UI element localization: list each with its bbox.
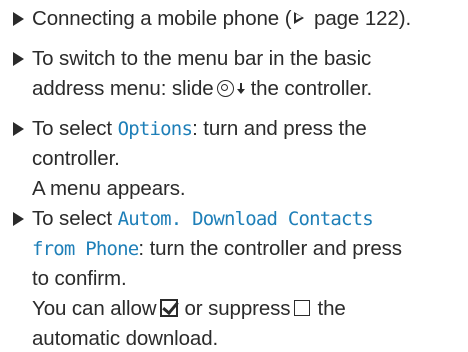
page-reference-triangle-icon bbox=[294, 12, 305, 25]
step-line: to confirm. bbox=[32, 267, 127, 290]
bullet-triangle-icon bbox=[13, 122, 24, 136]
step-text: You can allow bbox=[32, 297, 157, 320]
step-text: the controller. bbox=[250, 77, 373, 100]
step-line: address menu: slide the controller. bbox=[32, 76, 372, 102]
step-line: from Phone: turn the controller and pres… bbox=[32, 236, 402, 262]
bullet-triangle-icon bbox=[13, 212, 24, 226]
down-arrow-icon bbox=[237, 81, 246, 95]
menu-item-autom-download: Autom. Download Contacts bbox=[117, 208, 374, 230]
step-text: : turn and press the bbox=[192, 117, 367, 140]
step-result: automatic download. bbox=[32, 327, 219, 350]
step-line: To select Autom. Download Contacts bbox=[32, 206, 374, 232]
controller-icon bbox=[216, 79, 234, 97]
step-text: or suppress bbox=[184, 297, 291, 320]
bullet-triangle-icon bbox=[13, 52, 24, 66]
step-line: To select Options: turn and press the bbox=[32, 116, 367, 142]
step-line: controller. bbox=[32, 147, 120, 170]
bullet-triangle-icon bbox=[13, 12, 24, 26]
checkbox-checked-icon bbox=[160, 299, 179, 318]
step-line: To switch to the menu bar in the basic bbox=[32, 47, 372, 70]
step-text: address menu: slide bbox=[32, 77, 214, 100]
menu-item-from-phone: from Phone bbox=[32, 238, 139, 260]
checkbox-empty-icon bbox=[294, 300, 311, 317]
step-result: A menu appears. bbox=[32, 177, 186, 200]
menu-item-options: Options bbox=[117, 118, 193, 140]
step-line: Connecting a mobile phone ( page 122). bbox=[32, 6, 411, 32]
step-result: You can allow or suppress the bbox=[32, 296, 346, 322]
step-text: the bbox=[317, 297, 346, 320]
step-text: Connecting a mobile phone ( bbox=[32, 7, 292, 30]
step-text: : turn the controller and press bbox=[138, 237, 402, 260]
step-text: To select bbox=[32, 117, 112, 140]
page-reference-text: page 122). bbox=[308, 7, 412, 30]
step-text: To select bbox=[32, 207, 112, 230]
instruction-page: Connecting a mobile phone ( page 122). T… bbox=[0, 0, 468, 350]
